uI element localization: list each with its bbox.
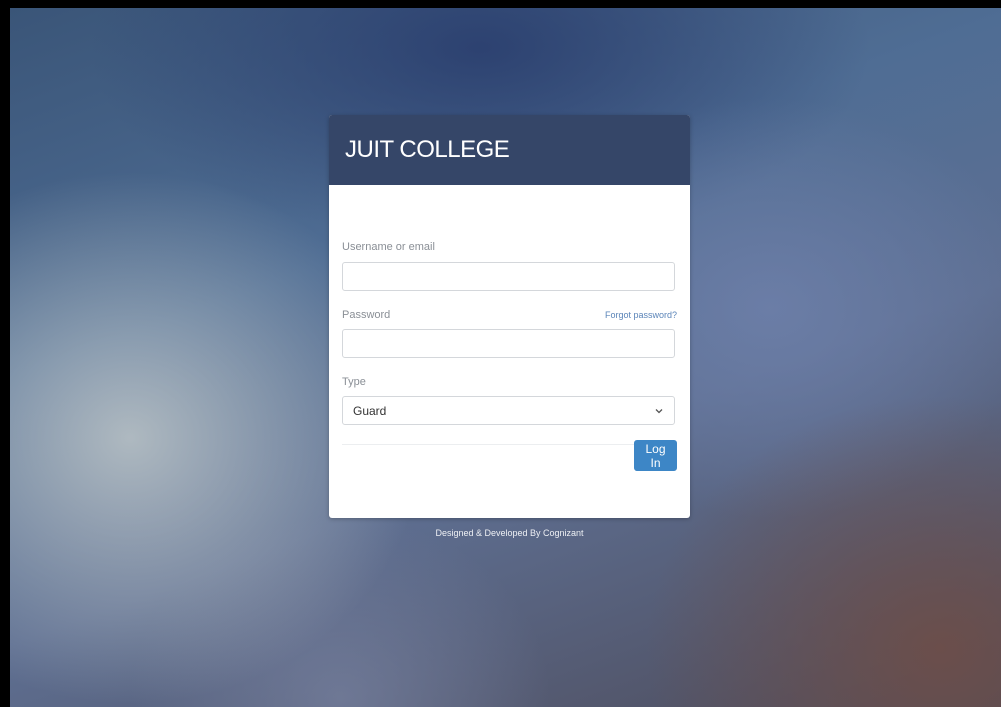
card-header: JUIT COLLEGE — [329, 115, 690, 185]
form-divider — [342, 444, 675, 445]
username-label: Username or email — [342, 241, 435, 253]
page-background: JUIT COLLEGE Username or email Password … — [10, 8, 1001, 707]
login-button[interactable]: Log In — [634, 440, 677, 471]
forgot-password-link[interactable]: Forgot password? — [605, 310, 677, 320]
username-input[interactable] — [342, 262, 675, 291]
password-input[interactable] — [342, 329, 675, 358]
type-selected-value: Guard — [353, 403, 387, 418]
footer-credit: Designed & Developed By Cognizant — [435, 528, 584, 538]
type-select[interactable]: Guard — [342, 396, 675, 425]
password-label: Password — [342, 309, 391, 321]
chevron-down-icon — [654, 406, 664, 416]
type-label: Type — [342, 376, 366, 388]
login-card: JUIT COLLEGE Username or email Password … — [329, 115, 690, 518]
page-title: JUIT COLLEGE — [345, 136, 510, 163]
